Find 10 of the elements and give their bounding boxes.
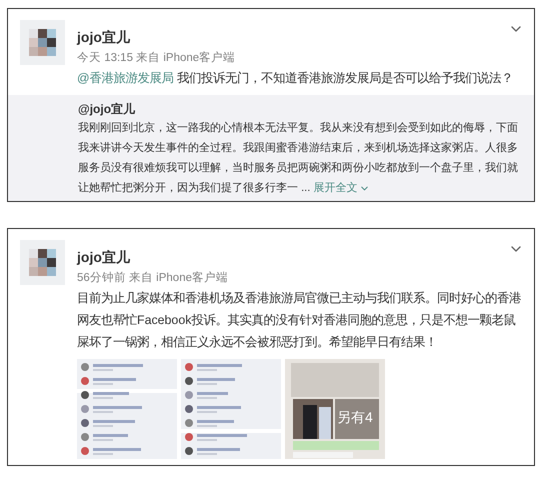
- post-text: 目前为止几家媒体和香港机场及香港旅游局官微已主动与我们联系。同时好心的香港网友也帮忙Facebook投诉。其实真的没有针对香港同胞的意思，只是不想一颗老鼠屎坏了一锅粥，相信正义永远不会被邪恶打到。希望能早日有结果！: [77, 290, 522, 351]
- author-name[interactable]: jojo宜儿: [77, 248, 130, 266]
- post-text: @香港旅游发展局 我们投诉无门，不知道香港旅游发展局是否可以给予我们说法？: [77, 70, 514, 87]
- post-meta: 今天 13:15 来自 iPhone客户端: [77, 50, 236, 66]
- expand-link[interactable]: 展开全文: [313, 178, 370, 198]
- author-name[interactable]: jojo宜儿: [77, 28, 130, 46]
- quote-text: 我刚刚回到北京，这一路我的心情根本无法平复。我从来没有想到会受到如此的侮辱，下面我来讲讲今天发生事件的全过程。我跟闺蜜香港游结束后，来到机场选择这家粥店。人很多服务员没有很难烦我可以理解，当时服务员把两碗粥和两份小吃都放到一个盘子里，我们就让她帮忙把粥分开，因为我们提了很多行李一 ... 展开全文: [78, 118, 526, 198]
- mention-link[interactable]: @香港旅游发展局: [77, 71, 174, 85]
- quote-author[interactable]: @jojo宜儿: [78, 100, 136, 118]
- post-meta: 56分钟前 来自 iPhone客户端: [77, 270, 228, 286]
